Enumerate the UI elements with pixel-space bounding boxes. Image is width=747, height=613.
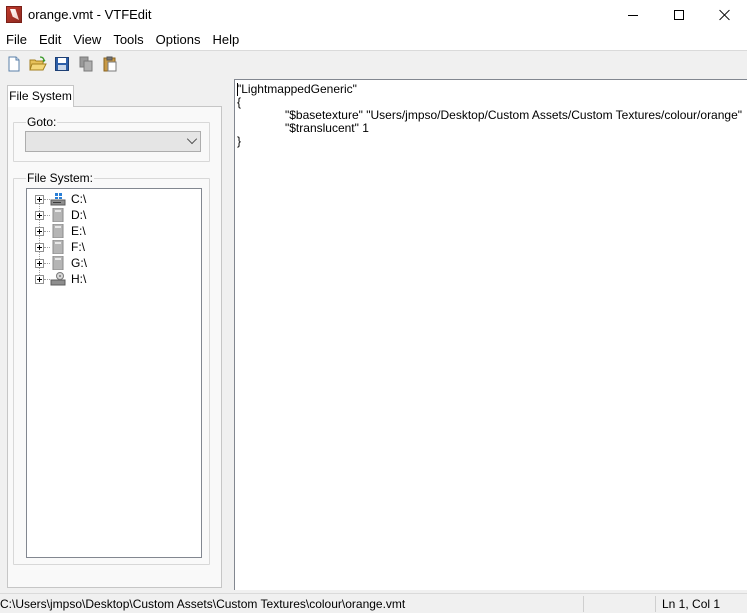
vmt-text-editor[interactable]: "LightmappedGeneric" { "$basetexture" "U… (234, 79, 747, 590)
menu-edit[interactable]: Edit (33, 30, 67, 50)
paste-icon (103, 56, 117, 72)
drive-label: G:\ (71, 256, 88, 270)
menu-file[interactable]: File (0, 30, 33, 50)
drive-label: D:\ (71, 208, 87, 222)
expand-icon[interactable] (35, 275, 44, 284)
editor-line: } (237, 134, 242, 148)
save-button[interactable] (51, 53, 73, 75)
close-icon (719, 9, 731, 21)
expand-icon[interactable] (35, 243, 44, 252)
removable-drive-icon (52, 208, 64, 222)
menu-tools[interactable]: Tools (107, 30, 149, 50)
new-file-icon (8, 56, 20, 72)
toolbar (0, 51, 747, 77)
expand-icon[interactable] (35, 227, 44, 236)
status-bar: C:\Users\jmpso\Desktop\Custom Assets\Cus… (0, 593, 747, 613)
menu-options[interactable]: Options (150, 30, 207, 50)
expand-icon[interactable] (35, 259, 44, 268)
status-separator (655, 596, 656, 612)
title-bar[interactable]: orange.vmt - VTFEdit (0, 0, 747, 30)
goto-dropdown[interactable] (25, 131, 201, 152)
removable-drive-icon (52, 240, 64, 254)
maximize-button[interactable] (656, 0, 702, 30)
vtfedit-app-icon (6, 6, 22, 23)
status-file-path: C:\Users\jmpso\Desktop\Custom Assets\Cus… (0, 597, 406, 611)
tab-file-system[interactable]: File System (7, 85, 74, 107)
system-drive-icon (50, 193, 66, 206)
copy-icon (79, 56, 93, 72)
goto-label: Goto: (26, 115, 58, 129)
minimize-button[interactable] (610, 0, 656, 30)
save-disk-icon (55, 57, 69, 71)
close-button[interactable] (702, 0, 747, 30)
drive-label: F:\ (71, 240, 85, 254)
drive-label: C:\ (71, 192, 87, 206)
expand-icon[interactable] (35, 195, 44, 204)
drive-label: E:\ (71, 224, 86, 238)
drive-label: H:\ (71, 272, 87, 286)
menu-help[interactable]: Help (206, 30, 245, 50)
status-separator (583, 596, 584, 612)
file-system-panel: File System Goto: File System: C:\ D:\ E… (0, 78, 230, 590)
editor-line: "$translucent" 1 (237, 121, 369, 135)
paste-button[interactable] (99, 53, 121, 75)
maximize-icon (674, 10, 684, 20)
menu-bar: File Edit View Tools Options Help (0, 30, 747, 50)
open-folder-icon (29, 56, 47, 71)
expand-icon[interactable] (35, 211, 44, 220)
new-button[interactable] (3, 53, 25, 75)
editor-line: "LightmappedGeneric" (237, 82, 357, 96)
status-cursor-position: Ln 1, Col 1 (662, 597, 721, 611)
removable-drive-icon (52, 256, 64, 270)
tree-item-h-drive[interactable]: H:\ (27, 271, 197, 287)
tree-item-c-drive[interactable]: C:\ (27, 191, 197, 207)
copy-button[interactable] (75, 53, 97, 75)
open-button[interactable] (27, 53, 49, 75)
file-system-tree[interactable]: C:\ D:\ E:\ F:\ G:\ H:\ (26, 188, 202, 558)
menu-view[interactable]: View (67, 30, 107, 50)
tree-item-d-drive[interactable]: D:\ (27, 207, 197, 223)
tree-item-e-drive[interactable]: E:\ (27, 223, 197, 239)
file-system-label: File System: (26, 171, 95, 185)
removable-drive-icon (52, 224, 64, 238)
optical-drive-icon (50, 272, 66, 286)
tree-item-g-drive[interactable]: G:\ (27, 255, 197, 271)
window-title: orange.vmt - VTFEdit (28, 7, 152, 22)
minimize-icon (628, 14, 638, 16)
chevron-down-icon (186, 133, 198, 145)
tree-item-f-drive[interactable]: F:\ (27, 239, 197, 255)
